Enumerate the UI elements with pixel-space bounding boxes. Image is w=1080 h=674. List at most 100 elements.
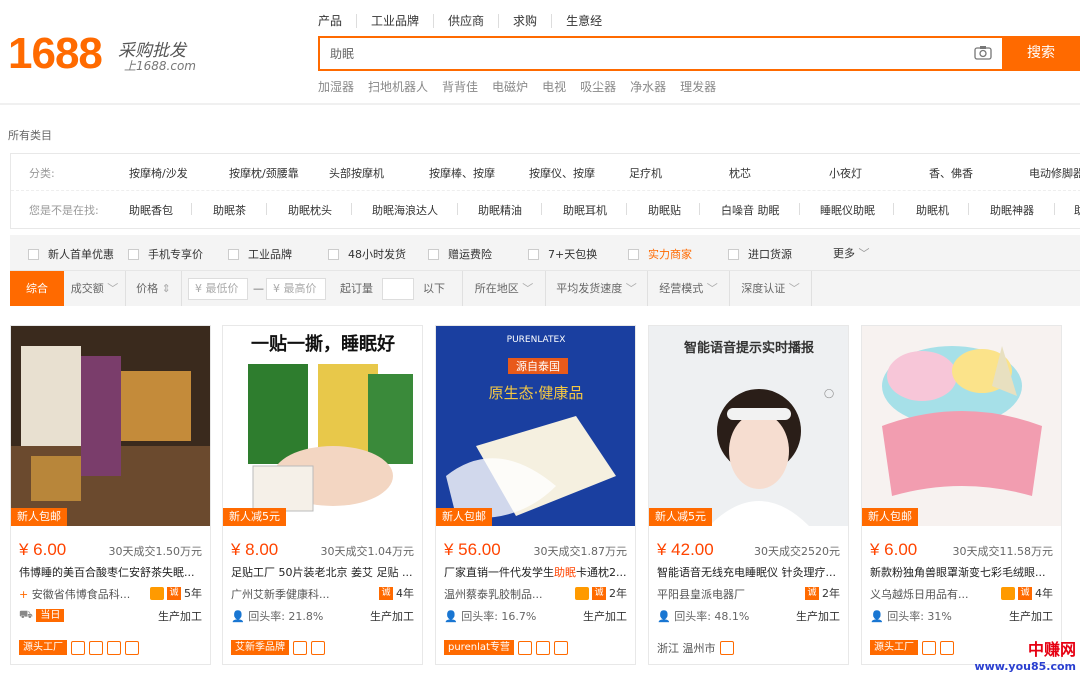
product-title[interactable]: 智能语音无线充电睡眠仪 针灸理疗...	[657, 564, 843, 580]
category-item[interactable]: 枕芯	[729, 165, 751, 181]
chevron-down-icon: ﹀	[706, 282, 718, 295]
related-item[interactable]: 助眠海浪达人	[372, 202, 438, 218]
product-image[interactable]: 智能语音提示实时播报 ◯	[649, 326, 848, 526]
product-image[interactable]	[862, 326, 1061, 526]
product-image[interactable]: 一贴一撕，睡眠好	[223, 326, 422, 526]
related-item[interactable]: 睡眠仪助眠	[820, 202, 875, 218]
related-item[interactable]: 助眠神器	[990, 202, 1034, 218]
business-mode: 生产加工	[158, 610, 202, 623]
search-button[interactable]: 搜索	[1002, 36, 1080, 71]
tab-supplier[interactable]: 供应商	[433, 14, 498, 28]
min-price-input[interactable]: ¥ 最低价	[188, 278, 248, 300]
hot-word[interactable]: 理发器	[680, 78, 716, 95]
supplier-years: 诚 5年	[150, 585, 202, 601]
product-sales: 30天成交1.50万元	[108, 545, 203, 558]
filter-checkbox[interactable]: 48小时发货	[328, 246, 406, 262]
product-title[interactable]: 伟博睡的美百合酸枣仁安舒茶失眠...	[19, 564, 205, 580]
shipping-speed-dropdown[interactable]: 平均发货速度 ﹀	[546, 271, 648, 306]
watermark-cn: 中赚网	[1027, 640, 1076, 659]
service-icon	[940, 640, 954, 655]
hot-word[interactable]: 净水器	[630, 78, 666, 95]
more-filters-button[interactable]: 更多 ﹀	[833, 245, 870, 261]
certification-dropdown[interactable]: 深度认证 ﹀	[730, 271, 812, 306]
category-item[interactable]: 按摩枕/颈腰靠	[229, 165, 299, 181]
company-name[interactable]: 温州蔡泰乳胶制品...	[444, 586, 543, 602]
hot-word[interactable]: 背背佳	[442, 78, 478, 95]
category-item[interactable]: 按摩仪、按摩	[529, 165, 595, 181]
search-input[interactable]	[330, 38, 930, 69]
sort-price-button[interactable]: 价格 ⇕	[126, 271, 182, 306]
product-card[interactable]: 新人包邮 ¥ 6.00 30天成交11.58万元 新款粉独角兽眼罩渐变七彩毛绒眼…	[861, 325, 1062, 665]
product-card[interactable]: 智能语音提示实时播报 ◯ 新人减5元 ¥ 42.00 30天成交2520元 智能…	[648, 325, 849, 665]
related-item[interactable]: 白噪音 助眠	[721, 202, 780, 218]
all-categories-breadcrumb[interactable]: 所有类目	[8, 127, 52, 143]
related-item[interactable]: 助眠香包	[129, 202, 173, 218]
product-image[interactable]: PURENLATEX 源自泰国 原生态·健康品	[436, 326, 635, 526]
supplier-years: 诚 2年	[575, 585, 627, 601]
category-item[interactable]: 按摩椅/沙发	[129, 165, 188, 181]
filter-checkbox[interactable]: 进口货源	[728, 246, 792, 262]
filter-checkbox[interactable]: 手机专享价	[128, 246, 203, 262]
filter-checkbox[interactable]: 7+天包换	[528, 246, 597, 262]
related-item[interactable]: 助眠精油	[478, 202, 522, 218]
region-dropdown[interactable]: 所在地区 ﹀	[462, 271, 546, 306]
filter-checkbox[interactable]: 赠运费险	[428, 246, 492, 262]
category-item[interactable]: 按摩棒、按摩	[429, 165, 495, 181]
product-card[interactable]: 新人包邮 ¥ 6.00 30天成交1.50万元 伟博睡的美百合酸枣仁安舒茶失眠.…	[10, 325, 211, 665]
tab-product[interactable]: 产品	[318, 14, 356, 28]
factory-tag[interactable]: 源头工厂	[19, 640, 67, 655]
category-item[interactable]: 足疗机	[629, 165, 662, 181]
category-item[interactable]: 电动修脚器	[1029, 165, 1080, 181]
tab-industrial-brand[interactable]: 工业品牌	[356, 14, 433, 28]
moq-input[interactable]	[382, 278, 414, 300]
repurchase-rate: 👤 回头率: 48.1%	[657, 610, 750, 623]
brand-tag[interactable]: purenlat专营	[444, 640, 514, 655]
sort-default-button[interactable]: 综合	[10, 271, 64, 306]
hot-word[interactable]: 电视	[542, 78, 566, 95]
category-item[interactable]: 头部按摩机	[329, 165, 384, 181]
tab-buying[interactable]: 求购	[498, 14, 551, 28]
related-item[interactable]: 助眠机	[916, 202, 949, 218]
hot-word[interactable]: 扫地机器人	[368, 78, 428, 95]
hot-words: 加湿器 扫地机器人 背背佳 电磁炉 电视 吸尘器 净水器 理发器	[318, 78, 716, 95]
category-item[interactable]: 小夜灯	[829, 165, 862, 181]
filter-checkbox[interactable]: 工业品牌	[228, 246, 292, 262]
service-icon	[517, 640, 532, 655]
camera-icon[interactable]	[974, 45, 992, 60]
filter-checkbox-strong-merchant[interactable]: 实力商家	[628, 246, 692, 262]
hot-word[interactable]: 电磁炉	[492, 78, 528, 95]
related-item[interactable]: 助	[1074, 202, 1080, 218]
product-price: ¥ 56.00	[444, 540, 501, 559]
filter-checkbox[interactable]: 新人首单优惠	[28, 246, 114, 262]
product-title[interactable]: 厂家直销一件代发学生助眠卡通枕2...	[444, 564, 630, 580]
company-name[interactable]: 广州艾新季健康科...	[231, 586, 330, 602]
factory-tag[interactable]: 源头工厂	[870, 640, 918, 655]
business-mode-dropdown[interactable]: 经营模式 ﹀	[648, 271, 730, 306]
hot-word[interactable]: 加湿器	[318, 78, 354, 95]
product-sales: 30天成交1.04万元	[320, 545, 415, 558]
company-name[interactable]: 义乌越烁日用品有...	[870, 586, 969, 602]
related-item[interactable]: 助眠枕头	[288, 202, 332, 218]
sort-volume-button[interactable]: 成交额 ﹀	[64, 271, 126, 306]
below-label: 以下	[423, 282, 445, 295]
related-item[interactable]: 助眠耳机	[563, 202, 607, 218]
promo-badge: 新人包邮	[862, 508, 918, 526]
product-card[interactable]: PURENLATEX 源自泰国 原生态·健康品 新人包邮 ¥ 56.00 30天…	[435, 325, 636, 665]
brand-tag[interactable]: 艾新季品牌	[231, 640, 289, 655]
category-item[interactable]: 香、佛香	[929, 165, 973, 181]
max-price-input[interactable]: ¥ 最高价	[266, 278, 326, 300]
site-logo[interactable]: 1688 采购批发 上1688.com	[8, 30, 196, 78]
company-name[interactable]: 平阳县皇派电器厂	[657, 586, 745, 602]
service-icon	[107, 640, 121, 655]
product-image[interactable]	[11, 326, 210, 526]
related-item[interactable]: 助眠茶	[213, 202, 246, 218]
person-icon: 👤	[231, 610, 245, 623]
service-tags: 浙江 温州市	[657, 640, 734, 656]
related-item[interactable]: 助眠贴	[648, 202, 681, 218]
product-card[interactable]: 一贴一撕，睡眠好 新人减5元 ¥ 8.00 30天成交1.04万元 足贴工厂 5…	[222, 325, 423, 665]
product-title[interactable]: 足贴工厂 50片装老北京 姜艾 足贴 ...	[231, 564, 417, 580]
tab-business-guide[interactable]: 生意经	[551, 14, 616, 28]
company-name[interactable]: + 安徽省伟博食品科...	[19, 586, 130, 602]
product-title[interactable]: 新款粉独角兽眼罩渐变七彩毛绒眼...	[870, 564, 1056, 580]
hot-word[interactable]: 吸尘器	[580, 78, 616, 95]
